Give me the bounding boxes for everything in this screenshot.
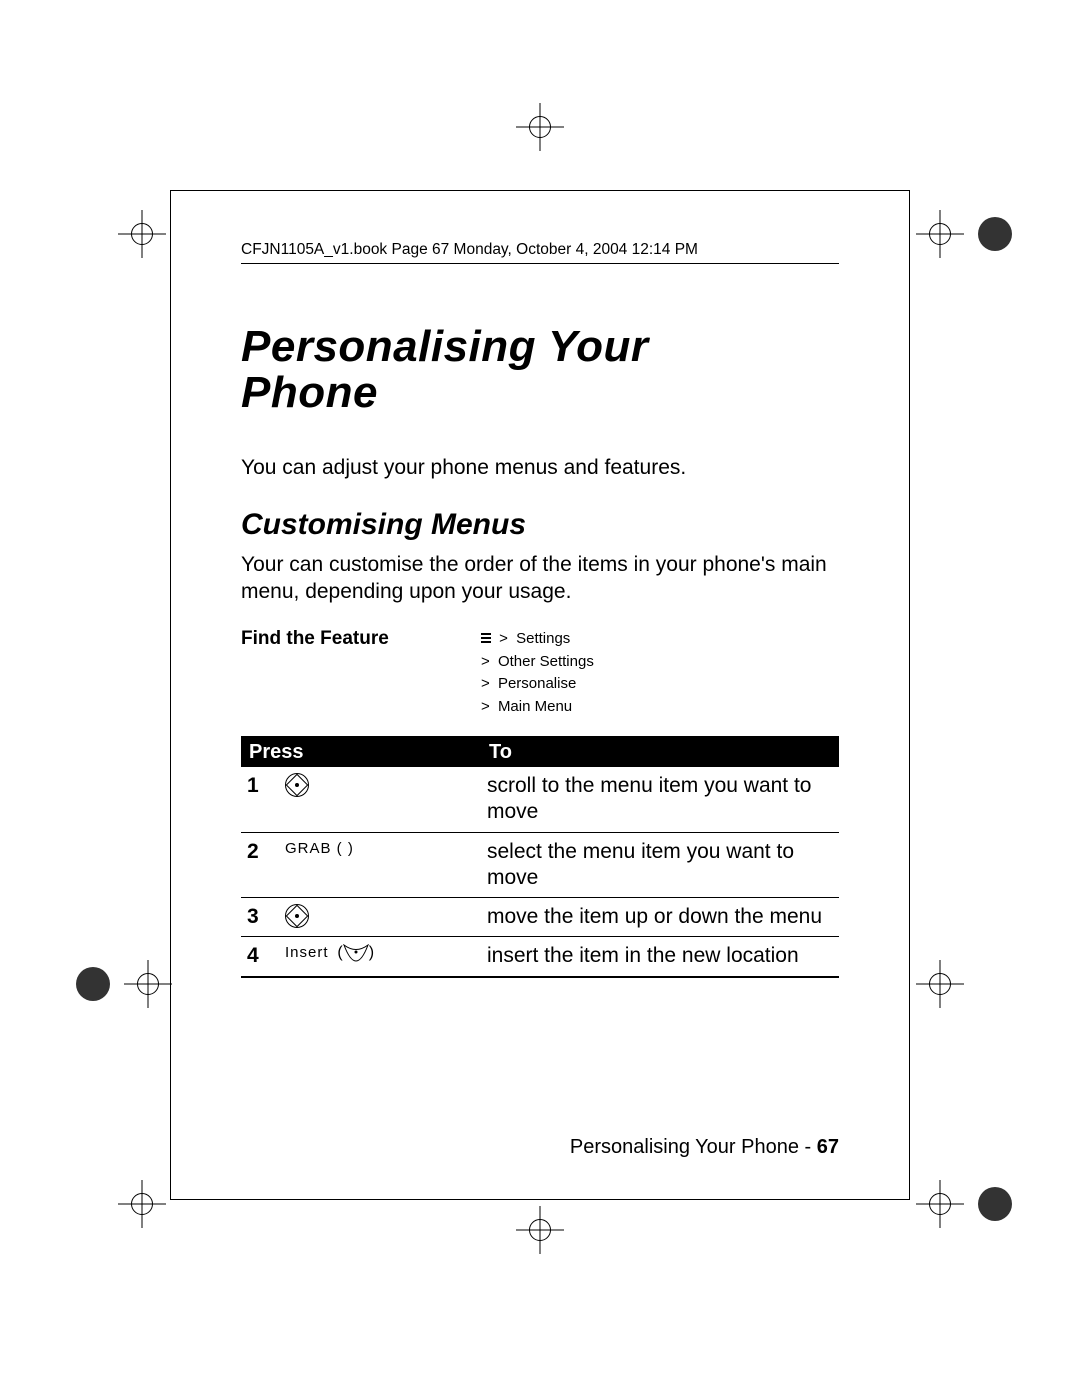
section-heading: Customising Menus — [241, 508, 839, 542]
ok-key-icon — [343, 944, 369, 962]
crop-mark-bottom-left — [118, 1180, 166, 1228]
softkey-grab: GRAB ( ) — [285, 840, 354, 857]
nav-key-icon — [285, 904, 309, 928]
nav-l2: Other Settings — [498, 651, 594, 674]
crop-mark-bottom-right — [916, 1180, 1012, 1228]
footer-page-number: 67 — [817, 1136, 839, 1158]
crop-mark-mid-right — [916, 960, 964, 1008]
title-line-2: Phone — [241, 368, 378, 417]
intro-text: You can adjust your phone menus and feat… — [241, 456, 839, 480]
title-line-1: Personalising Your — [241, 322, 649, 371]
running-header: CFJN1105A_v1.book Page 67 Monday, Octobe… — [241, 241, 839, 264]
nav-l3: Personalise — [498, 673, 576, 696]
col-to: To — [481, 737, 839, 767]
nav-path: > Settings > Other Settings > Personalis… — [481, 628, 594, 718]
page-title: Personalising Your Phone — [241, 324, 839, 416]
crop-mark-top-left — [118, 210, 166, 258]
nav-key-icon — [285, 773, 309, 797]
table-row: 3 move the item up or down the menu — [241, 898, 839, 937]
section-body: Your can customise the order of the item… — [241, 552, 839, 606]
footer-text: Personalising Your Phone - — [570, 1136, 817, 1158]
col-press: Press — [241, 737, 481, 767]
crop-mark-mid-left — [76, 960, 172, 1008]
softkey-insert: Insert — [285, 944, 329, 961]
table-row: 2 GRAB ( ) select the menu item you want… — [241, 832, 839, 898]
find-feature-label: Find the Feature — [241, 628, 481, 650]
menu-icon — [481, 633, 491, 645]
steps-table: Press To 1 scroll to the menu item you w… — [241, 736, 839, 978]
crop-mark-top-center — [516, 103, 564, 151]
crop-mark-bottom-center — [516, 1206, 564, 1254]
page-footer: Personalising Your Phone - 67 — [570, 1136, 839, 1159]
find-the-feature: Find the Feature > Settings > Other Sett… — [241, 628, 839, 718]
page-frame: CFJN1105A_v1.book Page 67 Monday, Octobe… — [170, 190, 910, 1200]
crop-mark-top-right — [916, 210, 1012, 258]
table-row: 4 Insert ( ) insert the item in the new … — [241, 937, 839, 977]
table-row: 1 scroll to the menu item you want to mo… — [241, 767, 839, 832]
nav-l4: Main Menu — [498, 696, 572, 719]
nav-l1: Settings — [516, 628, 570, 651]
